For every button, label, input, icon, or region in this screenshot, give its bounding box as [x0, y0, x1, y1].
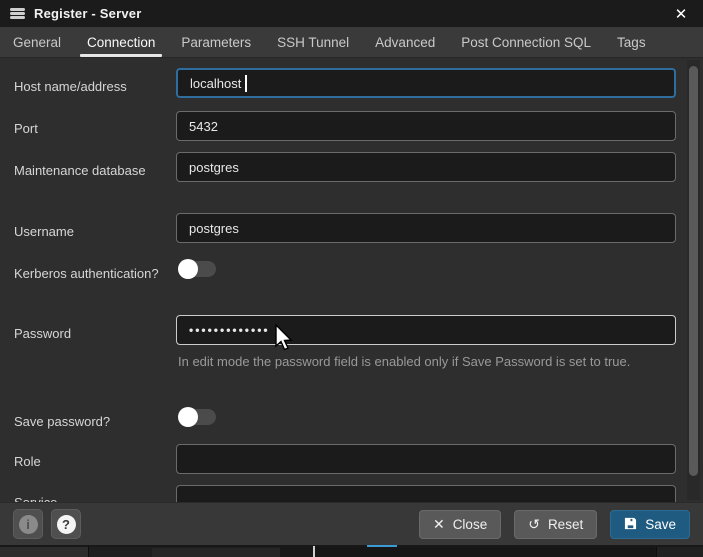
username-label: Username — [14, 222, 166, 242]
background-app-strip — [0, 545, 703, 557]
password-input[interactable] — [176, 315, 676, 345]
save-button[interactable]: Save — [610, 510, 690, 539]
host-input[interactable] — [176, 68, 676, 98]
server-stack-icon — [10, 8, 25, 19]
text-caret — [245, 75, 247, 92]
password-label: Password — [14, 324, 166, 344]
maintenance-db-label: Maintenance database — [14, 161, 166, 181]
save-button-label: Save — [645, 517, 676, 532]
service-label: Service — [14, 493, 166, 502]
tab-ssh-tunnel[interactable]: SSH Tunnel — [264, 27, 362, 57]
role-label: Role — [14, 452, 166, 472]
close-button-label: Close — [453, 517, 488, 532]
save-floppy-icon — [624, 517, 637, 532]
close-icon[interactable]: ✕ — [669, 2, 693, 26]
tab-tags[interactable]: Tags — [604, 27, 659, 57]
close-button[interactable]: ✕ Close — [419, 510, 501, 539]
dialog-titlebar: Register - Server ✕ — [0, 0, 703, 27]
help-button[interactable]: ? — [51, 509, 81, 539]
question-icon: ? — [57, 515, 76, 534]
connection-form: Host name/address Port Maintenance datab… — [0, 58, 703, 502]
tab-general[interactable]: General — [0, 27, 74, 57]
toggle-knob — [178, 259, 198, 279]
host-label: Host name/address — [14, 77, 166, 97]
service-input[interactable] — [176, 485, 676, 502]
tab-parameters[interactable]: Parameters — [168, 27, 264, 57]
scrollbar[interactable] — [687, 60, 700, 500]
tab-advanced[interactable]: Advanced — [362, 27, 448, 57]
dialog-footer: i ? ✕ Close ↺ Reset Save — [0, 502, 703, 545]
save-password-toggle[interactable] — [180, 409, 216, 425]
kerberos-label: Kerberos authentication? — [14, 264, 166, 284]
reset-arrow-icon: ↺ — [528, 517, 540, 531]
toggle-knob — [178, 407, 198, 427]
register-server-dialog: Register - Server ✕ General Connection P… — [0, 0, 703, 557]
scrollbar-thumb[interactable] — [689, 66, 698, 476]
dialog-title: Register - Server — [34, 6, 141, 21]
close-x-icon: ✕ — [433, 517, 445, 531]
password-hint: In edit mode the password field is enabl… — [178, 350, 670, 374]
save-password-label: Save password? — [14, 412, 166, 432]
footer-actions: ✕ Close ↺ Reset Save — [419, 510, 690, 539]
tab-post-connection-sql[interactable]: Post Connection SQL — [448, 27, 604, 57]
info-icon: i — [19, 515, 38, 534]
kerberos-toggle[interactable] — [180, 261, 216, 277]
reset-button[interactable]: ↺ Reset — [514, 510, 597, 539]
reset-button-label: Reset — [548, 517, 583, 532]
dialog-tabbar: General Connection Parameters SSH Tunnel… — [0, 27, 703, 58]
role-input[interactable] — [176, 444, 676, 474]
port-input[interactable] — [176, 111, 676, 141]
maintenance-db-input[interactable] — [176, 152, 676, 182]
tab-connection[interactable]: Connection — [74, 27, 168, 57]
port-label: Port — [14, 119, 166, 139]
username-input[interactable] — [176, 213, 676, 243]
sql-info-button[interactable]: i — [13, 509, 43, 539]
